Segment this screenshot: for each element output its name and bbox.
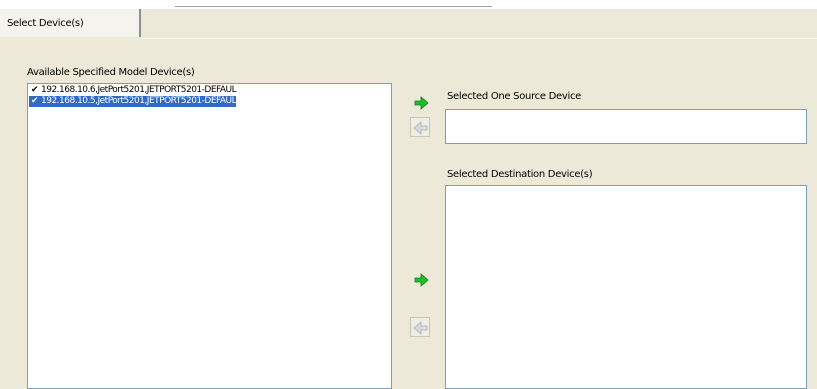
tab-select-devices-label: Select Device(s) [7,18,84,29]
source-device-field[interactable] [445,109,807,144]
tab-select-devices[interactable]: Select Device(s) [0,9,141,37]
checkbox-icon[interactable]: ✔ [31,85,41,96]
available-devices-list[interactable]: ✔ 192.168.10.6,JetPort5201,JETPORT5201-DE… [27,83,392,389]
destination-devices-list[interactable] [445,185,807,389]
top-strip [0,0,817,9]
device-item-label: 192.168.10.5,JetPort5201,JETPORT5201-DEF… [41,96,237,106]
arrow-right-icon [414,96,429,110]
remove-source-button[interactable] [410,117,430,137]
select-devices-panel: Available Specified Model Device(s) ✔ 192… [0,39,817,389]
list-item[interactable]: ✔ 192.168.10.6,JetPort5201,JETPORT5201-DE… [29,85,237,96]
add-destination-button[interactable] [410,269,430,289]
arrow-left-icon [413,321,428,335]
top-divider [175,6,492,7]
destination-devices-label: Selected Destination Device(s) [447,169,593,180]
list-item[interactable]: ✔ 192.168.10.5,JetPort5201,JETPORT5201-DE… [29,96,237,107]
add-source-button[interactable] [410,92,430,112]
arrow-right-icon [414,273,429,287]
source-device-label: Selected One Source Device [447,91,581,102]
available-devices-label: Available Specified Model Device(s) [27,67,195,78]
checkbox-icon[interactable]: ✔ [31,96,41,107]
arrow-left-icon [413,121,428,135]
remove-destination-button[interactable] [410,317,430,337]
device-selection-window: Select Device(s) Available Specified Mod… [0,0,817,389]
device-item-label: 192.168.10.6,JetPort5201,JETPORT5201-DEF… [41,85,237,95]
